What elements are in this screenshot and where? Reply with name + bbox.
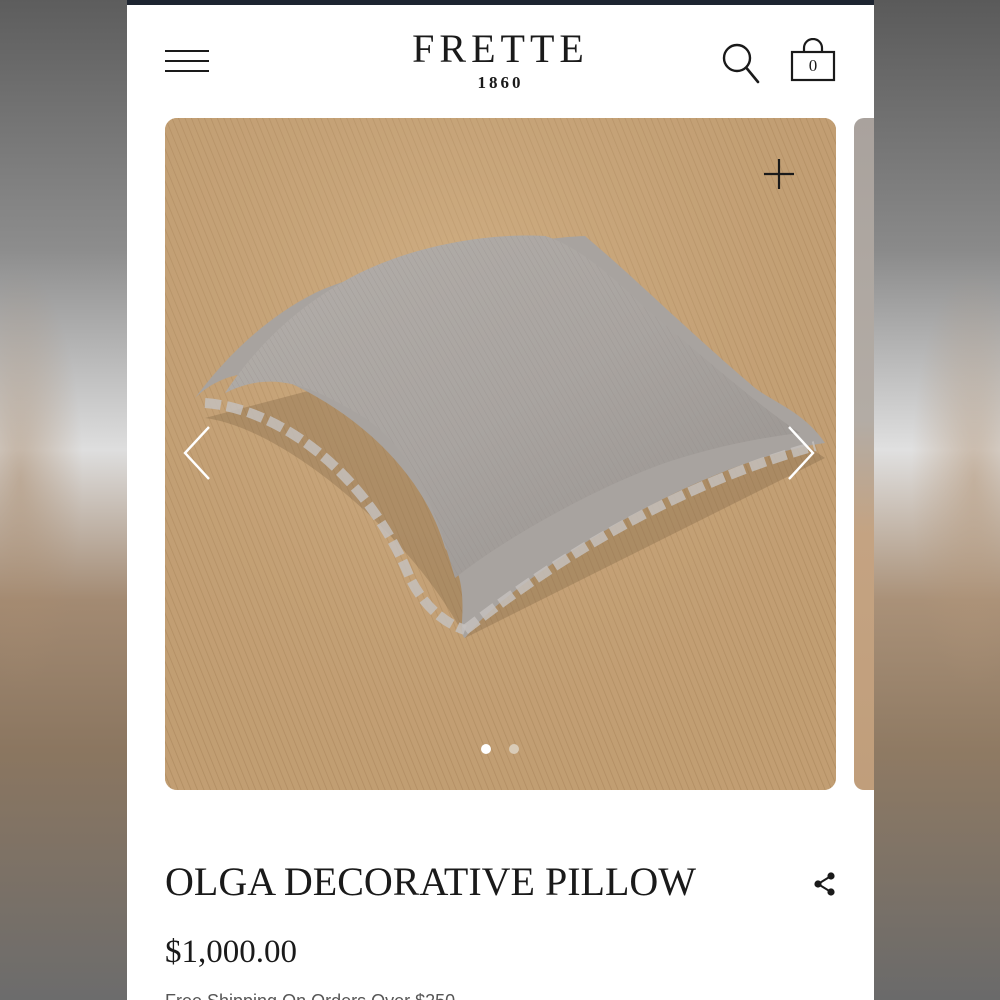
phone-screen: FRETTE 1860 0 OLGA DECORATIVE PILLOW $1,…: [127, 0, 874, 1000]
status-bar-strip: [127, 0, 874, 5]
shipping-note: Free Shipping On Orders Over $250: [165, 990, 455, 1000]
carousel-dot-1[interactable]: [481, 744, 491, 754]
product-title: OLGA DECORATIVE PILLOW: [165, 859, 697, 904]
shopping-bag-icon[interactable]: 0: [789, 37, 837, 84]
background-blur-left: [0, 0, 127, 1000]
brand-logo[interactable]: FRETTE: [127, 29, 874, 69]
product-image[interactable]: [165, 118, 836, 790]
carousel-dots: [481, 744, 521, 756]
cart-count: 0: [808, 56, 818, 75]
next-product-image-peek[interactable]: [854, 118, 874, 790]
brand-year: 1860: [477, 73, 524, 92]
zoom-plus-icon[interactable]: [761, 156, 797, 192]
background-blur-right: [874, 0, 1000, 1000]
product-price: $1,000.00: [165, 934, 297, 970]
share-icon[interactable]: [811, 870, 839, 898]
search-icon[interactable]: [721, 40, 761, 84]
chevron-left-icon[interactable]: [179, 423, 213, 483]
carousel-dot-2[interactable]: [509, 744, 519, 754]
chevron-right-icon[interactable]: [785, 423, 819, 483]
